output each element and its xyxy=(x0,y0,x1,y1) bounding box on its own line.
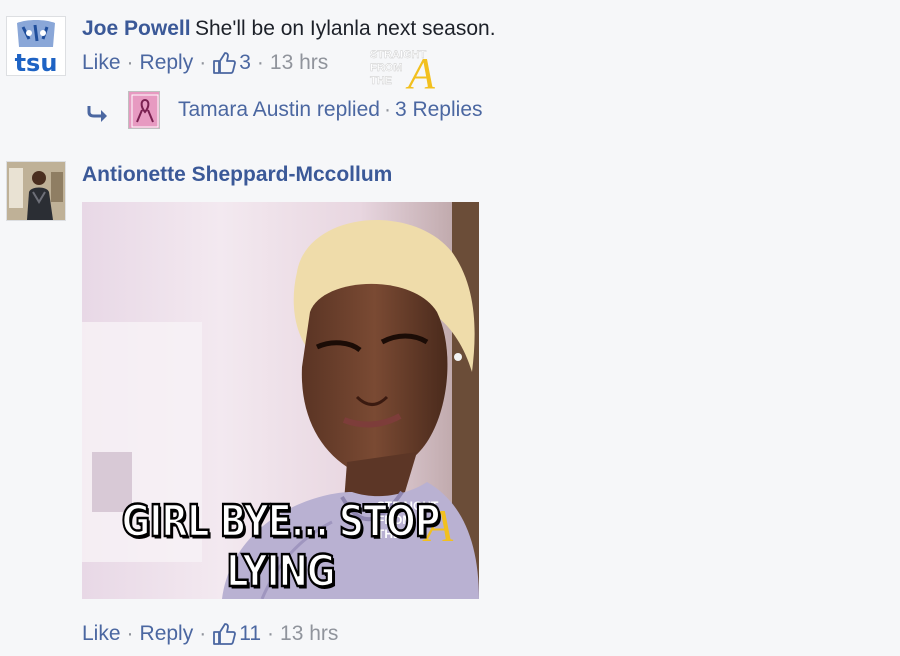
thumbs-up-icon[interactable] xyxy=(212,622,237,646)
watermark-logo: STRAIGHT FROM THE A xyxy=(368,46,464,98)
comment-actions: Like · Reply · 11 · 13 hrs xyxy=(82,622,338,646)
avatar[interactable]: tsu xyxy=(6,16,66,76)
separator-dot: · xyxy=(256,51,264,74)
meme-caption: GIRL BYE... STOP LYING xyxy=(121,496,442,599)
reply-link[interactable]: Reply xyxy=(140,622,194,646)
reply-avatar[interactable] xyxy=(128,91,160,129)
separator-dot: · xyxy=(267,622,275,645)
separator-dot: · xyxy=(199,622,207,645)
watermark-letter: A xyxy=(405,49,436,92)
timestamp[interactable]: 13 hrs xyxy=(270,51,328,75)
profile-photo xyxy=(7,162,65,220)
reply-link[interactable]: Reply xyxy=(140,51,194,75)
like-link[interactable]: Like xyxy=(82,51,121,75)
separator-dot: · xyxy=(126,622,134,645)
thumbs-up-icon[interactable] xyxy=(212,51,237,75)
like-count[interactable]: 11 xyxy=(239,622,261,646)
watermark-line2: FROM xyxy=(370,62,402,74)
comment-text: She'll be on Iylanla next season. xyxy=(195,17,496,40)
comment-image[interactable]: STRAIGHT FROM THE A GIRL BYE... STOP LYI… xyxy=(82,202,479,599)
tsu-logo-icon: tsu xyxy=(7,17,65,75)
ribbon-icon xyxy=(129,92,159,128)
separator-dot: · xyxy=(126,51,134,74)
replies-row[interactable]: Tamara Austin replied · 3 Replies xyxy=(86,91,483,129)
like-link[interactable]: Like xyxy=(82,622,121,646)
separator-dot: · xyxy=(199,51,207,74)
timestamp[interactable]: 13 hrs xyxy=(280,622,338,646)
comment-body: Antionette Sheppard-Mccollum xyxy=(82,163,392,187)
avatar[interactable] xyxy=(6,161,66,221)
comment-author[interactable]: Antionette Sheppard-Mccollum xyxy=(82,163,392,186)
separator-dot: · xyxy=(383,98,391,121)
watermark-line3: THE xyxy=(370,75,392,87)
reply-arrow-icon xyxy=(87,106,107,122)
comment-actions: Like · Reply · 3 · 13 hrs xyxy=(82,51,328,75)
like-count[interactable]: 3 xyxy=(239,51,251,75)
replies-author[interactable]: Tamara Austin replied xyxy=(178,98,380,121)
replies-count[interactable]: 3 Replies xyxy=(395,98,483,121)
comment-author[interactable]: Joe Powell xyxy=(82,17,191,40)
svg-text:tsu: tsu xyxy=(15,49,58,75)
replies-link[interactable]: Tamara Austin replied · 3 Replies xyxy=(178,98,483,122)
comment-body: Joe Powell She'll be on Iylanla next sea… xyxy=(82,17,496,41)
